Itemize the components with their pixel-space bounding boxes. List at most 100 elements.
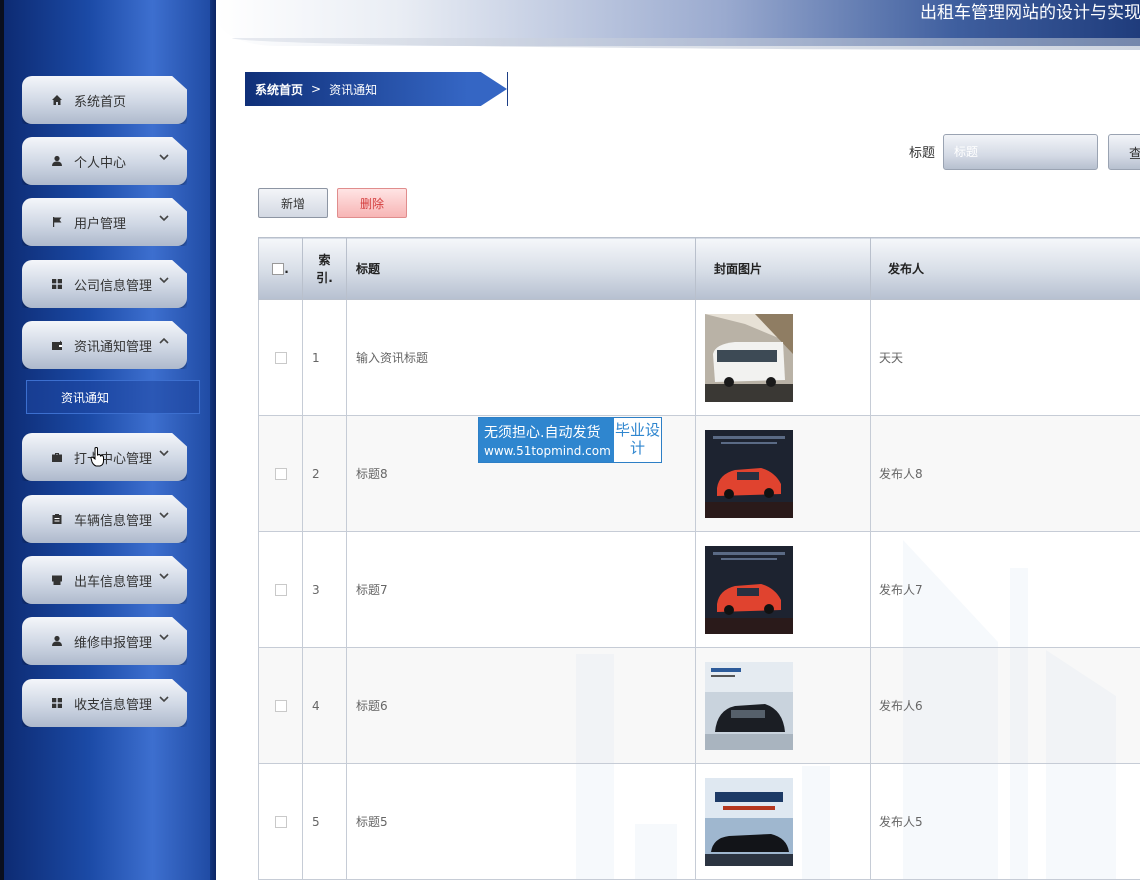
user-icon (50, 634, 64, 648)
site-title: 出租车管理网站的设计与实现 (920, 3, 1140, 23)
watermark-left: 无须担心.自动发货 www.51topmind.com (479, 418, 614, 462)
chevron-down-icon (159, 509, 171, 521)
sidebar-item-vehicle-info[interactable]: 车辆信息管理 (22, 495, 187, 543)
row-checkbox[interactable] (274, 352, 287, 364)
sidebar-item-label: 个人中心 (74, 155, 127, 171)
search-title-input[interactable] (943, 134, 1098, 170)
watermark-label: 毕业设计 (614, 418, 661, 462)
luxury-car-poster-image[interactable] (705, 777, 793, 866)
row-select-cell (258, 415, 303, 532)
row-select-cell (258, 763, 303, 880)
briefcase-icon (50, 450, 64, 464)
chevron-down-icon (159, 693, 171, 705)
sidebar-item-dispatch-info[interactable]: 出车信息管理 (22, 556, 187, 604)
breadcrumb-home[interactable]: 系统首页 (255, 81, 303, 98)
sidebar-item-label: 用户管理 (74, 216, 127, 232)
row-checkbox[interactable] (274, 468, 287, 480)
breadcrumb: 系统首页 > 资讯通知 (245, 72, 507, 106)
breadcrumb-separator: > (311, 82, 322, 96)
row-title: 输入资讯标题 (346, 299, 696, 416)
column-header-publisher: 发布人 (870, 237, 1140, 300)
sidebar-item-label: 车辆信息管理 (74, 513, 153, 529)
row-select-cell (258, 299, 303, 416)
sidebar-item-personal-center[interactable]: 个人中心 (22, 137, 187, 185)
row-title: 标题6 (346, 647, 696, 764)
chevron-down-icon (159, 447, 171, 459)
row-cover-cell (695, 299, 871, 416)
row-index: 3 (302, 531, 347, 648)
table-row: 3 标题7 发布人7 (258, 531, 1140, 648)
sidebar-item-home[interactable]: 系统首页 (22, 76, 187, 124)
table-row: 2 标题8 发布人8 (258, 415, 1140, 532)
sidebar: 系统首页 个人中心 用户管理 公司信息管理 资讯通知管理 资讯通知 打卡中心管理… (0, 0, 216, 880)
wallet-icon (50, 338, 64, 352)
chevron-down-icon (159, 631, 171, 643)
user-icon (50, 154, 64, 168)
printer-icon (50, 573, 64, 587)
sidebar-item-label: 资讯通知管理 (74, 339, 153, 355)
search-title-label: 标题 (909, 146, 936, 161)
row-index: 4 (302, 647, 347, 764)
row-cover-cell (695, 647, 871, 764)
chevron-up-icon (159, 335, 171, 347)
sidebar-item-label: 维修申报管理 (74, 635, 153, 651)
column-header-index: 索引. (302, 237, 347, 300)
table-row: 1 输入资讯标题 天天 (258, 299, 1140, 416)
row-title: 标题5 (346, 763, 696, 880)
watermark-badge: 无须担心.自动发货 www.51topmind.com 毕业设计 (478, 417, 662, 463)
sidebar-item-news-management[interactable]: 资讯通知管理 (22, 321, 187, 369)
black-suv-poster-image[interactable] (705, 661, 793, 750)
row-checkbox[interactable] (274, 700, 287, 712)
row-index: 5 (302, 763, 347, 880)
delete-button[interactable]: 删除 (337, 188, 407, 218)
flag-icon (50, 215, 64, 229)
row-title: 标题7 (346, 531, 696, 648)
sidebar-item-user-management[interactable]: 用户管理 (22, 198, 187, 246)
row-publisher: 发布人8 (870, 415, 1140, 532)
row-checkbox[interactable] (274, 584, 287, 596)
row-index: 2 (302, 415, 347, 532)
sidebar-item-label: 系统首页 (74, 94, 127, 110)
hand-cursor-icon (90, 447, 104, 467)
select-all-cell: . (258, 237, 303, 300)
sidebar-item-label: 公司信息管理 (74, 278, 153, 294)
breadcrumb-current: 资讯通知 (329, 82, 378, 97)
search-button[interactable]: 查询 (1108, 134, 1140, 170)
chevron-down-icon (159, 212, 171, 224)
chevron-down-icon (159, 151, 171, 163)
row-checkbox[interactable] (274, 816, 287, 828)
sidebar-item-repair-report[interactable]: 维修申报管理 (22, 617, 187, 665)
table-header-row: . 索引. 标题 封面图片 发布人 (258, 237, 1140, 300)
table-row: 4 标题6 发布人6 (258, 647, 1140, 764)
select-all-checkbox[interactable] (272, 263, 285, 275)
row-index: 1 (302, 299, 347, 416)
sidebar-subitem-news[interactable]: 资讯通知 (26, 380, 200, 414)
grid-icon (50, 277, 64, 291)
header-wave (232, 38, 1140, 50)
red-suv-poster-image[interactable] (705, 545, 793, 634)
clipboard-icon (50, 512, 64, 526)
bus-photo-image[interactable] (705, 313, 793, 402)
chevron-down-icon (159, 570, 171, 582)
add-button[interactable]: 新增 (258, 188, 328, 218)
red-suv-poster-image[interactable] (705, 429, 793, 518)
table-row: 5 标题5 发布人5 (258, 763, 1140, 880)
chevron-down-icon (159, 274, 171, 286)
sidebar-item-finance-info[interactable]: 收支信息管理 (22, 679, 187, 727)
row-cover-cell (695, 763, 871, 880)
column-header-title: 标题 (346, 237, 696, 300)
sidebar-item-label: 收支信息管理 (74, 697, 153, 713)
sidebar-item-label: 打卡中心管理 (74, 451, 153, 467)
news-table: . 索引. 标题 封面图片 发布人 1 输入资讯标题 天天 2 标题8 发布人8… (258, 237, 1140, 880)
grid-icon (50, 696, 64, 710)
column-header-cover: 封面图片 (695, 237, 871, 300)
row-publisher: 发布人5 (870, 763, 1140, 880)
row-select-cell (258, 531, 303, 648)
sidebar-item-company-info[interactable]: 公司信息管理 (22, 260, 187, 308)
row-publisher: 天天 (870, 299, 1140, 416)
home-icon (50, 93, 64, 107)
row-cover-cell (695, 415, 871, 532)
row-publisher: 发布人7 (870, 531, 1140, 648)
row-select-cell (258, 647, 303, 764)
row-publisher: 发布人6 (870, 647, 1140, 764)
